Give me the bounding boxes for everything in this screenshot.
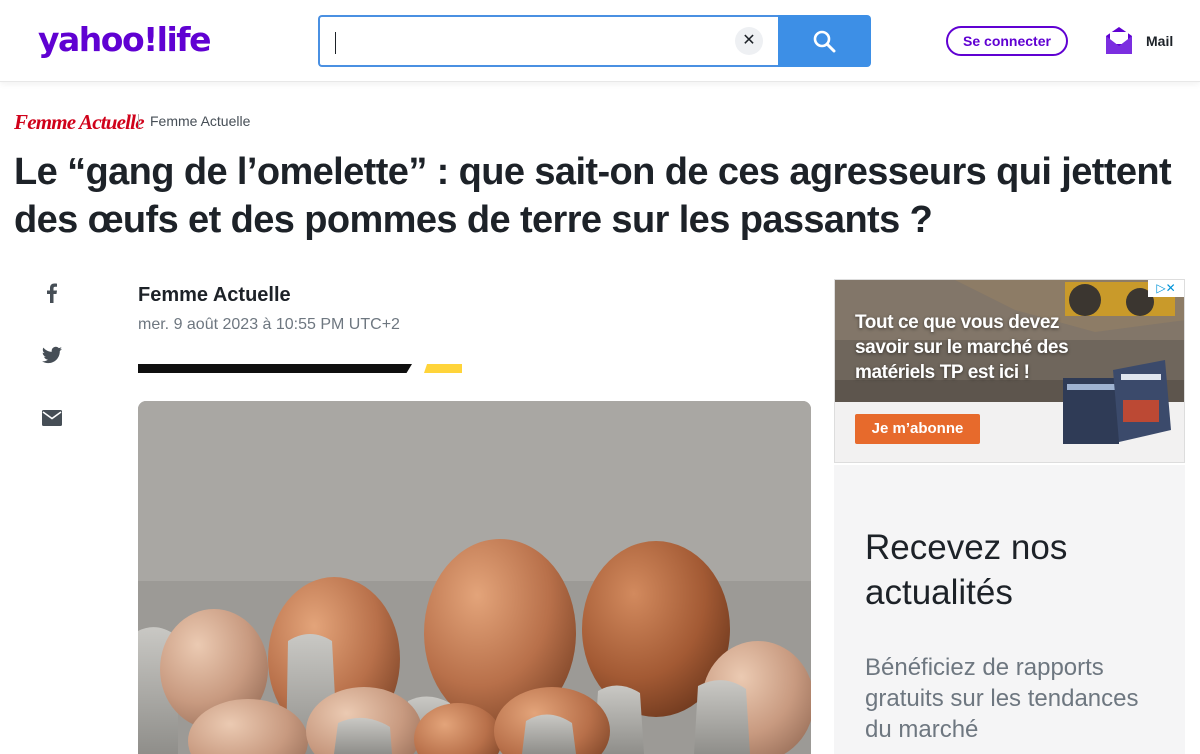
source-divider [138,114,139,128]
search-button[interactable] [778,15,871,67]
twitter-icon[interactable] [40,343,64,367]
newsletter-description: Bénéficiez de rapports gratuits sur les … [865,654,1139,743]
mail-label[interactable]: Mail [1146,33,1173,49]
login-button[interactable]: Se connecter [946,26,1068,56]
newsletter-panel: Recevez nos actualités Bénéficiez de rap… [834,465,1185,754]
top-header: yahoo!life ✕ Se connecter Mail [0,0,1200,82]
search-icon [813,30,836,53]
ad-subscribe-button[interactable]: Je m’abonne [855,414,980,444]
search-clear-button[interactable]: ✕ [735,27,763,55]
search-input[interactable]: ✕ [318,15,779,67]
facebook-icon[interactable] [40,281,64,305]
report-cover-image [1063,360,1171,444]
femme-actuelle-logo[interactable]: Femme Actuelle [14,110,145,135]
author-name[interactable]: Femme Actuelle [138,284,291,307]
email-share-icon[interactable] [40,406,64,430]
article-hero-image[interactable] [138,401,811,754]
yahoo-life-logo[interactable]: yahoo!life [38,18,212,62]
mail-icon[interactable] [1104,24,1134,56]
article-headline: Le “gang de l’omelette” : que sait-on de… [14,151,1172,241]
source-name[interactable]: Femme Actuelle [150,113,250,129]
ad-headline: Tout ce que vous devez savoir sur le mar… [855,312,1069,383]
newsletter-title: Recevez nos actualités [865,528,1068,612]
advertisement[interactable]: ▷✕ Tout ce que vous devez savoir sur le … [834,279,1185,463]
ad-choices-badge[interactable]: ▷✕ [1148,280,1184,297]
eggs-illustration [138,401,811,754]
search-text [334,29,336,55]
decorative-bar [138,364,412,373]
publish-date: mer. 9 août 2023 à 10:55 PM UTC+2 [138,316,400,333]
text-caret [335,32,336,55]
decorative-accent [424,364,462,373]
